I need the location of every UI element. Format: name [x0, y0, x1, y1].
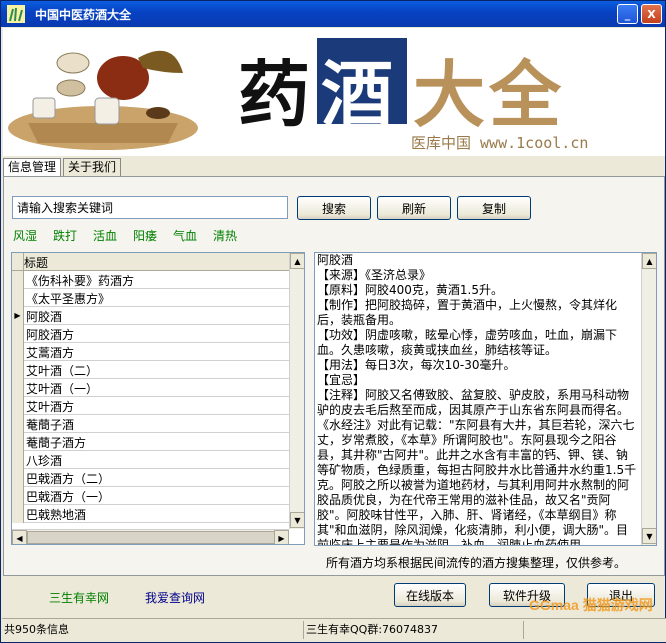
banner-char-yao: 药	[238, 52, 311, 137]
recipe-detail-box[interactable]: 阿胶酒 【来源】《圣济总录》 【原料】阿胶400克，黄酒1.5升。 【制作】把阿…	[314, 252, 657, 546]
table-row[interactable]: 巴戟酒方（一）	[12, 487, 289, 505]
table-cell-title: 菴蕳子酒方	[26, 436, 87, 450]
table-row[interactable]: 巴戟熟地酒	[12, 505, 289, 523]
window-title: 中国中医药酒大全	[35, 7, 132, 22]
table-cell-title: 菴蕳子酒	[26, 418, 75, 432]
close-button[interactable]: X	[641, 4, 662, 24]
link-woaichaxun[interactable]: 我爱查询网	[145, 589, 205, 606]
row-selector[interactable]	[12, 469, 24, 487]
table-cell-title: 八珍酒	[26, 454, 63, 468]
table-row[interactable]: 艾叶酒（二）	[12, 361, 289, 379]
scroll-down-arrow-icon[interactable]: ▼	[642, 528, 656, 544]
tea-set-image	[3, 28, 203, 156]
category-impotence[interactable]: 阳痿	[133, 227, 157, 244]
table-row[interactable]: 菴蕳子酒方	[12, 433, 289, 451]
table-row[interactable]: 艾蒿酒方	[12, 343, 289, 361]
tab-info-management[interactable]: 信息管理	[3, 158, 62, 177]
banner-char-jiu: 酒	[321, 52, 394, 137]
table-cell-title: 巴戟熟地酒	[26, 508, 87, 522]
row-selector[interactable]	[12, 433, 24, 451]
row-selector[interactable]	[12, 487, 24, 505]
row-selector[interactable]	[12, 271, 24, 289]
copy-button[interactable]: 复制	[457, 196, 531, 220]
banner: 药 酒 大全 医库中国 www.1cool.cn	[3, 28, 665, 156]
table-cell-title: 阿胶酒方	[26, 328, 75, 342]
record-count: 共950条信息	[2, 621, 304, 639]
row-selector[interactable]	[12, 505, 24, 523]
disclaimer-note: 所有酒方均系根据民间流传的酒方搜集整理，仅供参考。	[326, 556, 627, 570]
table-row[interactable]: 《伤科补要》药酒方	[12, 271, 289, 289]
category-qi-blood[interactable]: 气血	[173, 227, 197, 244]
category-trauma[interactable]: 跌打	[53, 227, 77, 244]
table-row[interactable]: 《太平圣惠方》	[12, 289, 289, 307]
scroll-down-arrow-icon[interactable]: ▼	[290, 512, 304, 528]
link-sanshengyouxing[interactable]: 三生有幸网	[49, 589, 109, 606]
scroll-up-arrow-icon[interactable]: ▲	[642, 253, 656, 269]
table-row[interactable]: 艾叶酒（一）	[12, 379, 289, 397]
table-row[interactable]: 阿胶酒方	[12, 325, 289, 343]
detail-vertical-scrollbar[interactable]: ▲ ▼	[641, 253, 656, 545]
scroll-up-arrow-icon[interactable]: ▲	[290, 253, 304, 269]
watermark-logo: GGmaa 猫猫游戏网	[529, 597, 653, 613]
row-selector[interactable]	[12, 379, 24, 397]
category-heat-clearing[interactable]: 清热	[213, 227, 237, 244]
banner-char-daquan: 大全	[413, 52, 566, 137]
search-input[interactable]	[12, 196, 288, 219]
online-version-button[interactable]: 在线版本	[394, 583, 466, 607]
title-bar[interactable]: 中国中医药酒大全 _ X	[1, 1, 665, 27]
table-cell-title: 艾叶酒（二）	[26, 364, 99, 378]
row-selector[interactable]	[12, 415, 24, 433]
category-rheumatism[interactable]: 风湿	[13, 227, 37, 244]
recipe-grid[interactable]: 标题 《伤科补要》药酒方 《太平圣惠方》 ▶ 阿胶酒 阿胶酒方 艾蒿酒方 艾叶酒（二） 艾叶酒…	[11, 252, 305, 545]
main-window: 中国中医药酒大全 _ X 药 酒 大全 医库中国 www.1cool.cn 信息…	[0, 0, 666, 643]
minimize-button[interactable]: _	[617, 4, 638, 24]
scroll-right-arrow-icon[interactable]: ▶	[274, 530, 289, 544]
scroll-left-arrow-icon[interactable]: ◀	[12, 530, 27, 544]
row-selector[interactable]	[12, 451, 24, 469]
app-icon	[7, 5, 25, 23]
refresh-button[interactable]: 刷新	[377, 196, 451, 220]
row-selector[interactable]	[12, 289, 24, 307]
table-row[interactable]: ▶ 阿胶酒	[12, 307, 289, 325]
table-cell-title: 艾叶酒方	[26, 400, 75, 414]
tab-about-us[interactable]: 关于我们	[63, 158, 122, 176]
banner-subtitle: 医库中国 www.1cool.cn	[411, 134, 589, 152]
recipe-detail-text[interactable]: 阿胶酒 【来源】《圣济总录》 【原料】阿胶400克，黄酒1.5升。 【制作】把阿…	[317, 253, 639, 545]
table-cell-title: 艾叶酒（一）	[26, 382, 99, 396]
table-cell-title: 《伤科补要》药酒方	[26, 274, 135, 288]
grid-vertical-scrollbar[interactable]: ▲ ▼	[289, 253, 304, 529]
qq-group-info: 三生有幸QQ群:76074837	[304, 621, 524, 639]
table-cell-title: 艾蒿酒方	[26, 346, 75, 360]
table-row[interactable]: 菴蕳子酒	[12, 415, 289, 433]
row-selector[interactable]	[12, 361, 24, 379]
table-cell-title: 《太平圣惠方》	[26, 292, 111, 306]
grid-horizontal-scrollbar[interactable]: ◀ ▶	[12, 529, 289, 544]
grid-header: 标题	[12, 253, 289, 271]
scroll-thumb[interactable]	[27, 531, 275, 544]
category-blood-activating[interactable]: 活血	[93, 227, 117, 244]
table-row[interactable]: 艾叶酒方	[12, 397, 289, 415]
table-cell-title: 巴戟酒方（一）	[26, 490, 111, 504]
table-row[interactable]: 巴戟酒方（二）	[12, 469, 289, 487]
tab-bar: 信息管理 关于我们	[3, 158, 123, 177]
row-selector-arrow-icon[interactable]: ▶	[12, 307, 24, 325]
column-header-title[interactable]: 标题	[24, 254, 48, 271]
table-row[interactable]: 八珍酒	[12, 451, 289, 469]
row-selector[interactable]	[12, 343, 24, 361]
row-selector[interactable]	[12, 325, 24, 343]
table-cell-title: 阿胶酒	[26, 310, 63, 324]
table-cell-title: 巴戟酒方（二）	[26, 472, 111, 486]
search-button[interactable]: 搜索	[297, 196, 371, 220]
row-selector[interactable]	[12, 397, 24, 415]
